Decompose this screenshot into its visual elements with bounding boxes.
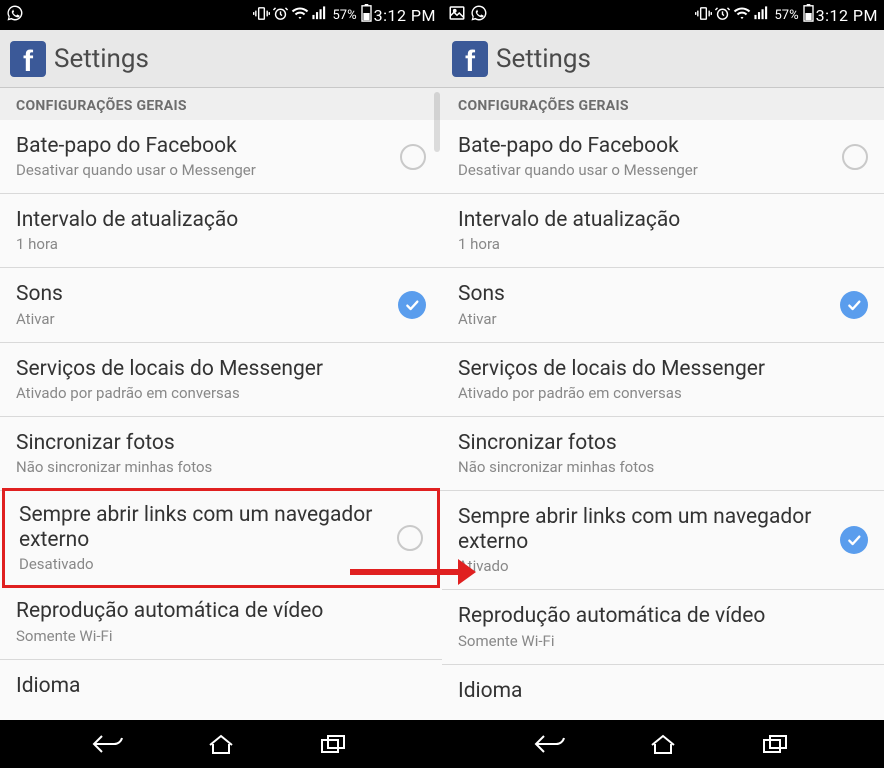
clock: 3:12 PM bbox=[374, 6, 436, 25]
row-language[interactable]: Idioma bbox=[442, 665, 884, 703]
row-sync-photos[interactable]: Sincronizar fotos Não sincronizar minhas… bbox=[442, 417, 884, 491]
row-title: Intervalo de atualização bbox=[16, 208, 416, 233]
row-title: Serviços de locais do Messenger bbox=[458, 357, 858, 382]
alarm-icon bbox=[714, 5, 731, 26]
whatsapp-icon bbox=[470, 4, 488, 26]
row-video-autoplay[interactable]: Reprodução automática de vídeo Somente W… bbox=[0, 585, 442, 659]
phone-before: 57% 3:12 PM f Settings CONFIGURAÇÕES GER… bbox=[0, 0, 442, 768]
row-messenger-location[interactable]: Serviços de locais do Messenger Ativado … bbox=[442, 343, 884, 417]
row-subtitle: 1 hora bbox=[16, 235, 416, 253]
battery-percent: 57% bbox=[774, 8, 798, 23]
row-sounds[interactable]: Sons Ativar bbox=[442, 268, 884, 342]
home-button[interactable] bbox=[197, 728, 245, 760]
row-facebook-chat[interactable]: Bate-papo do Facebook Desativar quando u… bbox=[442, 120, 884, 194]
row-title: Sons bbox=[16, 282, 388, 307]
home-button[interactable] bbox=[639, 728, 687, 760]
status-bar: 57% 3:12 PM bbox=[0, 0, 442, 30]
radio-unchecked-icon[interactable] bbox=[842, 144, 868, 170]
row-title: Idioma bbox=[16, 674, 426, 698]
battery-icon bbox=[361, 4, 372, 26]
row-messenger-location[interactable]: Serviços de locais do Messenger Ativado … bbox=[0, 343, 442, 417]
app-bar: f Settings bbox=[442, 30, 884, 88]
alarm-icon bbox=[272, 5, 289, 26]
scrollbar[interactable] bbox=[434, 92, 440, 152]
back-button[interactable] bbox=[85, 728, 133, 760]
row-subtitle: Ativado bbox=[458, 557, 830, 575]
battery-percent: 57% bbox=[332, 8, 356, 23]
nav-bar bbox=[0, 720, 442, 768]
status-bar: 57% 3:12 PM bbox=[442, 0, 884, 30]
facebook-logo-icon: f bbox=[452, 41, 488, 77]
row-subtitle: Desativado bbox=[19, 555, 387, 573]
back-button[interactable] bbox=[527, 728, 575, 760]
vibrate-icon bbox=[695, 5, 712, 26]
vibrate-icon bbox=[253, 5, 270, 26]
whatsapp-icon bbox=[6, 4, 24, 26]
clock: 3:12 PM bbox=[816, 6, 878, 25]
row-title: Sincronizar fotos bbox=[16, 431, 416, 456]
radio-unchecked-icon[interactable] bbox=[397, 525, 423, 551]
row-title: Sincronizar fotos bbox=[458, 431, 858, 456]
image-notification-icon bbox=[448, 4, 466, 26]
nav-bar bbox=[442, 720, 884, 768]
recents-button[interactable] bbox=[751, 728, 799, 760]
row-title: Sons bbox=[458, 282, 830, 307]
row-open-links-external[interactable]: Sempre abrir links com um navegador exte… bbox=[442, 491, 884, 590]
comparison-arrow-icon bbox=[350, 569, 460, 575]
battery-icon bbox=[803, 4, 814, 26]
row-title: Sempre abrir links com um navegador exte… bbox=[458, 505, 830, 555]
phone-after: 57% 3:12 PM f Settings CONFIGURAÇÕES GER… bbox=[442, 0, 884, 768]
row-title: Reprodução automática de vídeo bbox=[458, 604, 858, 629]
row-title: Reprodução automática de vídeo bbox=[16, 599, 416, 624]
row-subtitle: Ativar bbox=[458, 310, 830, 328]
row-title: Bate-papo do Facebook bbox=[458, 134, 832, 159]
recents-button[interactable] bbox=[309, 728, 357, 760]
row-subtitle: Desativar quando usar o Messenger bbox=[458, 161, 832, 179]
check-on-icon[interactable] bbox=[398, 291, 426, 319]
row-refresh-interval[interactable]: Intervalo de atualização 1 hora bbox=[0, 194, 442, 268]
facebook-logo-icon: f bbox=[10, 41, 46, 77]
row-subtitle: Ativado por padrão em conversas bbox=[16, 384, 416, 402]
row-title: Idioma bbox=[458, 679, 868, 703]
radio-unchecked-icon[interactable] bbox=[400, 144, 426, 170]
row-title: Intervalo de atualização bbox=[458, 208, 858, 233]
row-language[interactable]: Idioma bbox=[0, 660, 442, 698]
row-subtitle: Somente Wi-Fi bbox=[16, 627, 416, 645]
wifi-icon bbox=[733, 4, 751, 26]
row-subtitle: Não sincronizar minhas fotos bbox=[16, 458, 416, 476]
appbar-title: Settings bbox=[54, 44, 149, 74]
row-subtitle: Não sincronizar minhas fotos bbox=[458, 458, 858, 476]
row-sounds[interactable]: Sons Ativar bbox=[0, 268, 442, 342]
section-header: CONFIGURAÇÕES GERAIS bbox=[0, 88, 442, 120]
row-subtitle: Ativar bbox=[16, 310, 388, 328]
app-bar: f Settings bbox=[0, 30, 442, 88]
row-title: Sempre abrir links com um navegador exte… bbox=[19, 503, 387, 553]
row-sync-photos[interactable]: Sincronizar fotos Não sincronizar minhas… bbox=[0, 417, 442, 491]
row-subtitle: Somente Wi-Fi bbox=[458, 632, 858, 650]
row-facebook-chat[interactable]: Bate-papo do Facebook Desativar quando u… bbox=[0, 120, 442, 194]
row-subtitle: Ativado por padrão em conversas bbox=[458, 384, 858, 402]
settings-list[interactable]: Bate-papo do Facebook Desativar quando u… bbox=[442, 120, 884, 720]
comparison-container: 57% 3:12 PM f Settings CONFIGURAÇÕES GER… bbox=[0, 0, 884, 768]
appbar-title: Settings bbox=[496, 44, 591, 74]
check-on-icon[interactable] bbox=[840, 291, 868, 319]
row-video-autoplay[interactable]: Reprodução automática de vídeo Somente W… bbox=[442, 590, 884, 664]
row-title: Serviços de locais do Messenger bbox=[16, 357, 416, 382]
row-refresh-interval[interactable]: Intervalo de atualização 1 hora bbox=[442, 194, 884, 268]
section-header: CONFIGURAÇÕES GERAIS bbox=[442, 88, 884, 120]
settings-list[interactable]: Bate-papo do Facebook Desativar quando u… bbox=[0, 120, 442, 720]
signal-icon bbox=[311, 5, 328, 26]
row-subtitle: 1 hora bbox=[458, 235, 858, 253]
row-subtitle: Desativar quando usar o Messenger bbox=[16, 161, 390, 179]
row-title: Bate-papo do Facebook bbox=[16, 134, 390, 159]
signal-icon bbox=[753, 5, 770, 26]
check-on-icon[interactable] bbox=[840, 526, 868, 554]
wifi-icon bbox=[291, 4, 309, 26]
